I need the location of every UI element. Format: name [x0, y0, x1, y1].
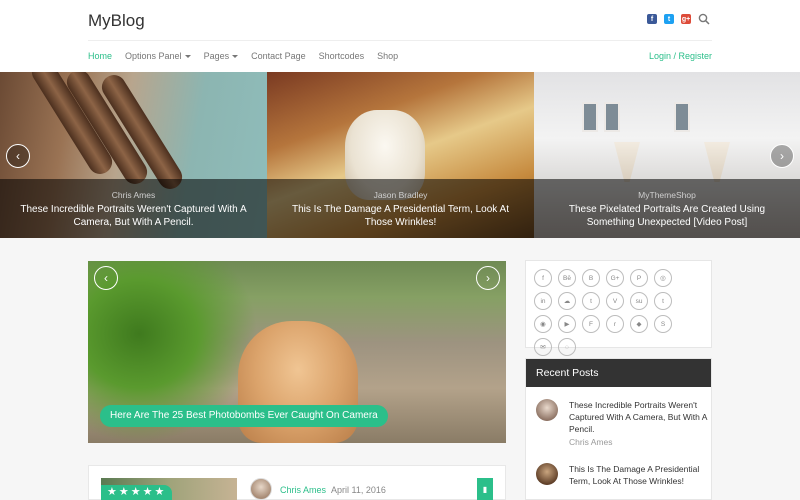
rss-icon[interactable]: ◌	[558, 338, 576, 356]
window-image	[582, 102, 598, 132]
foursquare-icon[interactable]: F	[582, 315, 600, 333]
email-icon[interactable]: ✉	[534, 338, 552, 356]
header-icons: f t g+	[647, 13, 710, 25]
twitter-icon[interactable]: t	[582, 292, 600, 310]
youtube-icon[interactable]: ▶	[558, 315, 576, 333]
top-slider: Chris Ames These Incredible Portraits We…	[0, 72, 800, 238]
slider-next-button[interactable]: ›	[770, 144, 794, 168]
twitter-glyph: t	[667, 15, 671, 23]
recent-posts-heading: Recent Posts	[526, 359, 711, 387]
facebook-icon[interactable]: f	[647, 14, 657, 24]
header-divider	[88, 40, 712, 41]
behance-icon[interactable]: Bē	[558, 269, 576, 287]
reddit-icon[interactable]: r	[606, 315, 624, 333]
slider-prev-button[interactable]: ‹	[6, 144, 30, 168]
recent-post-title[interactable]: This Is The Damage A Presidential Term, …	[569, 463, 709, 487]
featured-prev-button[interactable]: ‹	[94, 266, 118, 290]
google-plus-icon[interactable]: G+	[606, 269, 624, 287]
recent-post-item[interactable]: These Incredible Portraits Weren't Captu…	[536, 399, 709, 447]
slide-title[interactable]: These Incredible Portraits Weren't Captu…	[0, 203, 267, 229]
stumbleupon-icon[interactable]: su	[630, 292, 648, 310]
soundcloud-icon[interactable]: ☁	[558, 292, 576, 310]
login-register-link[interactable]: Login / Register	[649, 51, 712, 61]
window-image	[674, 102, 690, 132]
slide-title[interactable]: This Is The Damage A Presidential Term, …	[267, 203, 534, 229]
recent-post-thumbnail[interactable]	[536, 399, 558, 421]
featured-next-button[interactable]: ›	[476, 266, 500, 290]
site-header: MyBlog f t g+ Home Options Panel Pages C…	[0, 0, 800, 72]
slide-author[interactable]: Jason Bradley	[267, 190, 534, 200]
recent-post-author[interactable]: Chris Ames	[569, 437, 709, 447]
slide-caption: MyThemeShop These Pixelated Portraits Ar…	[534, 179, 800, 238]
slide-caption: Chris Ames These Incredible Portraits We…	[0, 179, 267, 238]
nav-pages-label: Pages	[203, 51, 230, 61]
chevron-down-icon	[232, 55, 239, 59]
search-icon[interactable]	[698, 13, 710, 25]
instagram-icon[interactable]: ◎	[654, 269, 672, 287]
cone-image	[614, 142, 640, 182]
featured-title[interactable]: Here Are The 25 Best Photobombs Ever Cau…	[100, 405, 388, 427]
slide-caption: Jason Bradley This Is The Damage A Presi…	[267, 179, 534, 238]
recent-post-item[interactable]: This Is The Damage A Presidential Term, …	[536, 463, 709, 489]
vimeo-icon[interactable]: V	[606, 292, 624, 310]
dropbox-icon[interactable]: ◆	[630, 315, 648, 333]
skype-icon[interactable]: S	[654, 315, 672, 333]
nav-shop[interactable]: Shop	[377, 51, 398, 61]
nav-options-panel-label: Options Panel	[125, 51, 182, 61]
main-nav: Home Options Panel Pages Contact Page Sh…	[88, 51, 411, 61]
slide-1[interactable]: Chris Ames These Incredible Portraits We…	[0, 72, 267, 238]
google-plus-icon[interactable]: g+	[681, 14, 691, 24]
slide-2[interactable]: Jason Bradley This Is The Damage A Presi…	[267, 72, 534, 238]
post-date: April 11, 2016	[331, 485, 386, 495]
recent-post-thumbnail[interactable]	[536, 463, 558, 485]
facebook-glyph: f	[650, 15, 654, 23]
window-image	[604, 102, 620, 132]
cone-image	[704, 142, 730, 182]
github-icon[interactable]: ◉	[534, 315, 552, 333]
facebook-icon[interactable]: f	[534, 269, 552, 287]
nav-shortcodes[interactable]: Shortcodes	[319, 51, 365, 61]
slide-author[interactable]: Chris Ames	[0, 190, 267, 200]
social-icon-grid: f Bē B G+ P ◎ in ☁ t V su t ◉ ▶ F r ◆ S …	[534, 269, 672, 356]
rating-stars: ★★★★★	[101, 485, 173, 500]
slide-title[interactable]: These Pixelated Portraits Are Created Us…	[534, 203, 800, 229]
slide-author[interactable]: MyThemeShop	[534, 190, 800, 200]
bookmark-icon[interactable]: ▮	[477, 478, 493, 500]
recent-post-title[interactable]: These Incredible Portraits Weren't Captu…	[569, 399, 709, 435]
nav-contact-page[interactable]: Contact Page	[251, 51, 306, 61]
site-logo[interactable]: MyBlog	[88, 11, 145, 31]
post-author[interactable]: Chris Ames	[280, 485, 326, 495]
blogger-icon[interactable]: B	[582, 269, 600, 287]
nav-home[interactable]: Home	[88, 51, 112, 61]
recent-posts-widget: Recent Posts These Incredible Portraits …	[525, 358, 712, 500]
nav-options-panel[interactable]: Options Panel	[125, 51, 191, 61]
google-plus-glyph: g+	[681, 15, 691, 23]
tumblr-icon[interactable]: t	[654, 292, 672, 310]
nav-pages[interactable]: Pages	[204, 51, 239, 61]
linkedin-icon[interactable]: in	[534, 292, 552, 310]
twitter-icon[interactable]: t	[664, 14, 674, 24]
slide-3[interactable]: MyThemeShop These Pixelated Portraits Ar…	[534, 72, 800, 238]
chevron-down-icon	[184, 55, 191, 59]
pinterest-icon[interactable]: P	[630, 269, 648, 287]
author-avatar[interactable]	[250, 478, 272, 500]
